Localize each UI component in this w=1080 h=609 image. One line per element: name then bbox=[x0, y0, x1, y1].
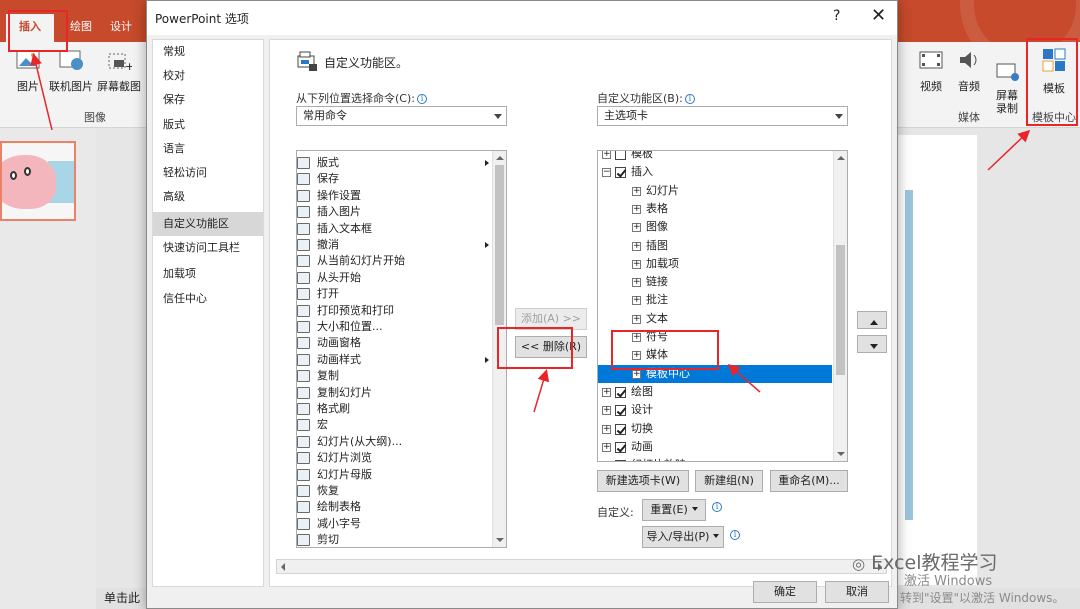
arrow-line bbox=[987, 129, 1031, 171]
arrow-line bbox=[533, 369, 550, 413]
annotation-arrows bbox=[30, 53, 1031, 413]
arrow-line bbox=[727, 364, 761, 393]
arrow-line bbox=[30, 53, 53, 131]
